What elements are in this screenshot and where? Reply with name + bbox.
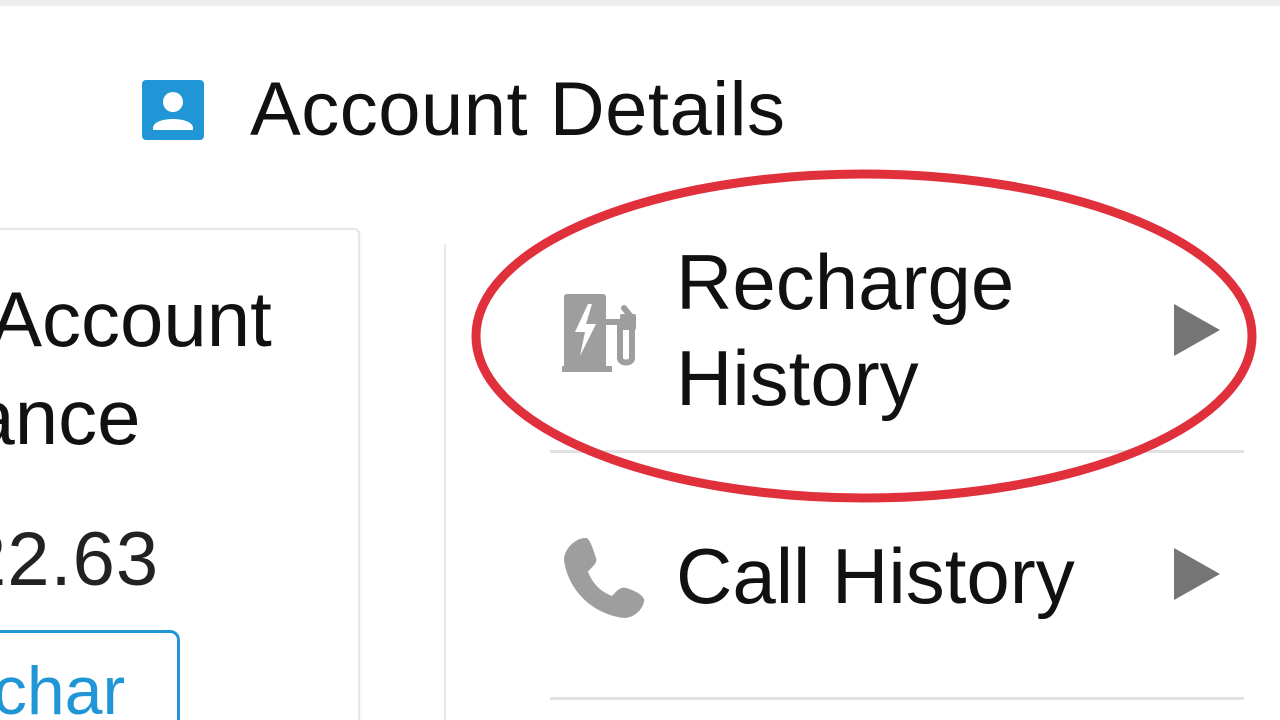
ev-charging-station-icon (562, 294, 636, 372)
balance-amount: 22.63 (0, 517, 160, 602)
balance-label: Account lance (0, 270, 358, 466)
call-history-label: Call History (676, 532, 1075, 620)
recharge-history-item[interactable]: Recharge History (550, 226, 1242, 450)
recharge-button[interactable]: echar (0, 630, 180, 720)
page-title: Account Details (250, 67, 786, 152)
balance-label-line2: lance (0, 373, 141, 461)
account-box-icon (142, 80, 204, 140)
recharge-history-label: Recharge History (676, 238, 1015, 422)
phone-icon (564, 538, 645, 618)
vertical-divider (444, 244, 446, 720)
chevron-right-icon (1174, 304, 1220, 356)
top-strip (0, 0, 1280, 6)
account-balance-card: Account lance 22.63 echar (0, 228, 360, 720)
call-history-item[interactable]: Call History (550, 472, 1242, 696)
account-details-screen: Account Details Account lance 22.63 echa… (0, 0, 1280, 720)
account-details-header: Account Details (142, 62, 786, 158)
list-divider (550, 697, 1244, 700)
chevron-right-icon (1174, 548, 1220, 600)
list-divider (550, 450, 1244, 453)
balance-label-line1: Account (0, 275, 272, 363)
recharge-button-label: echar (0, 653, 126, 720)
